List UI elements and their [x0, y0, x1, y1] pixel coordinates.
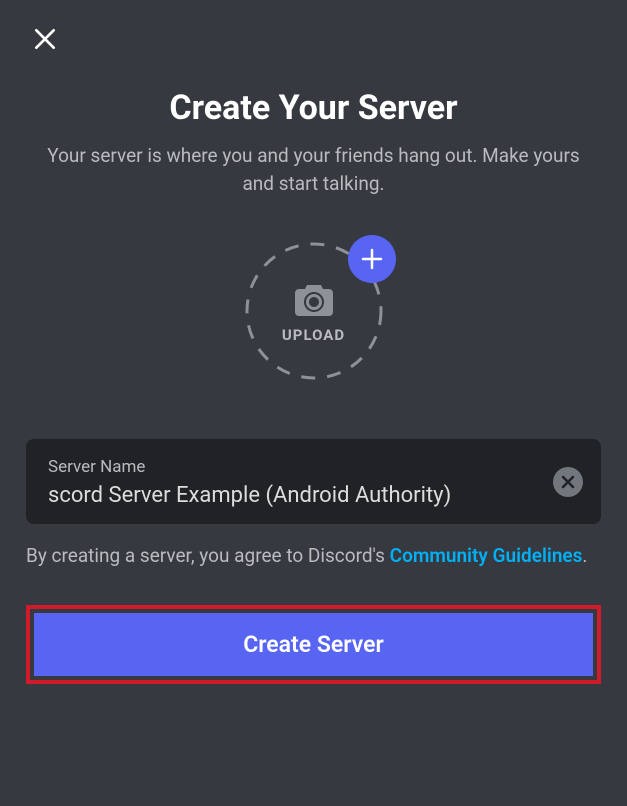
- page-subtitle: Your server is where you and your friend…: [0, 142, 627, 197]
- clear-input-button[interactable]: [553, 467, 583, 497]
- plus-badge: [348, 235, 396, 283]
- server-name-field-container: Server Name: [26, 439, 601, 524]
- plus-icon: [361, 248, 383, 270]
- cta-highlight-box: Create Server: [26, 605, 601, 684]
- agreement-prefix: By creating a server, you agree to Disco…: [26, 544, 390, 567]
- page-title: Create Your Server: [169, 88, 457, 128]
- server-name-label: Server Name: [48, 457, 579, 477]
- close-button[interactable]: [30, 24, 60, 54]
- close-icon: [32, 26, 58, 52]
- upload-avatar-button[interactable]: UPLOAD: [244, 241, 384, 381]
- agreement-suffix: .: [582, 544, 587, 567]
- server-name-input[interactable]: [48, 483, 508, 508]
- create-server-button[interactable]: Create Server: [34, 613, 593, 676]
- agreement-text: By creating a server, you agree to Disco…: [26, 542, 601, 571]
- community-guidelines-link[interactable]: Community Guidelines: [390, 544, 583, 567]
- clear-icon: [561, 475, 575, 489]
